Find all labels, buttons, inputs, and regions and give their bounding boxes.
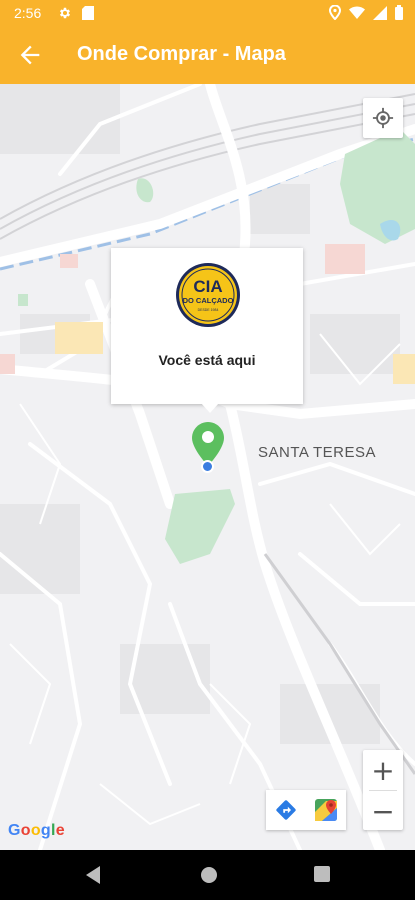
google-logo-g2: g: [40, 822, 51, 839]
sd-card-icon: [82, 6, 94, 20]
logo-text-small: DESDE 1984: [198, 308, 219, 312]
map-view[interactable]: CIA DO CALÇADO DESDE 1984 Você está aqui…: [0, 84, 415, 850]
status-left-icons: [58, 6, 94, 20]
info-window[interactable]: CIA DO CALÇADO DESDE 1984 Você está aqui: [111, 248, 303, 413]
home-circle-icon[interactable]: [199, 865, 219, 885]
back-triangle-icon[interactable]: [84, 865, 102, 885]
google-maps-icon: [315, 799, 337, 821]
user-location-dot: [201, 460, 214, 473]
you-are-here-label: Você está aqui: [158, 352, 256, 368]
app-bar: Onde Comprar - Mapa: [0, 26, 415, 84]
recents-square-icon[interactable]: [313, 865, 331, 883]
google-logo-g: G: [8, 822, 21, 839]
directions-icon: [276, 800, 296, 820]
back-button[interactable]: [16, 41, 44, 69]
system-nav-bar: [0, 850, 415, 900]
page-title: Onde Comprar - Mapa: [77, 43, 286, 65]
open-google-maps-button[interactable]: [306, 790, 346, 830]
my-location-button[interactable]: [363, 98, 403, 138]
logo-text-main: CIA: [193, 277, 222, 296]
cia-do-calcado-logo: CIA DO CALÇADO DESDE 1984: [176, 263, 240, 327]
zoom-out-button[interactable]: −: [363, 791, 403, 831]
gear-icon: [59, 7, 71, 19]
google-logo-o2: o: [30, 822, 41, 839]
zoom-controls: + −: [363, 750, 403, 830]
signal-icon: [373, 5, 387, 20]
my-location-icon: [372, 107, 394, 129]
google-logo-o1: o: [20, 822, 31, 839]
battery-icon: [395, 5, 403, 20]
directions-button[interactable]: [266, 790, 306, 830]
info-window-tip: [201, 403, 219, 413]
status-time: 2:56: [14, 5, 42, 21]
google-logo-e: e: [55, 822, 65, 839]
wifi-icon: [349, 6, 365, 19]
district-label: SANTA TERESA: [258, 444, 376, 461]
arrow-back-icon: [20, 45, 40, 65]
google-attribution: Google: [8, 822, 65, 840]
location-icon: [329, 5, 341, 20]
status-bar: 2:56: [0, 0, 415, 26]
logo-text-sub: DO CALÇADO: [183, 296, 234, 305]
map-toolbar: [266, 790, 346, 830]
status-right-icons: [329, 5, 403, 20]
zoom-in-button[interactable]: +: [363, 750, 403, 790]
